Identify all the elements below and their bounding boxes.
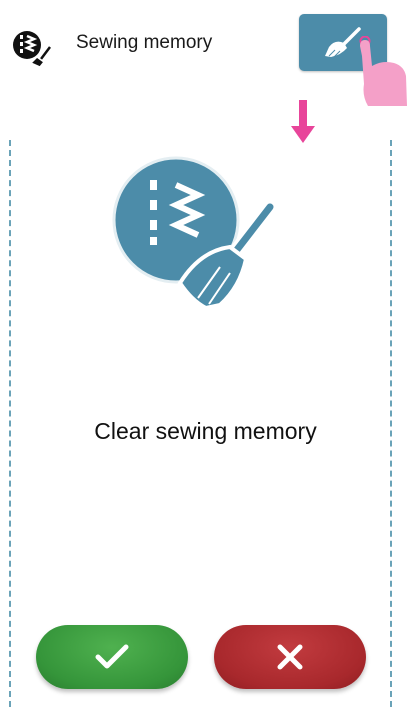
arrow-down-icon (290, 100, 316, 149)
cancel-button[interactable] (214, 625, 366, 689)
checkmark-icon (95, 644, 129, 669)
clear-sewing-memory-icon (108, 155, 283, 315)
sewing-memory-icon (10, 28, 56, 68)
pointing-hand-icon (354, 35, 411, 111)
page-title: Sewing memory (76, 32, 213, 53)
confirmation-message: Clear sewing memory (94, 418, 317, 444)
close-icon (277, 644, 303, 670)
confirm-button[interactable] (36, 625, 188, 689)
